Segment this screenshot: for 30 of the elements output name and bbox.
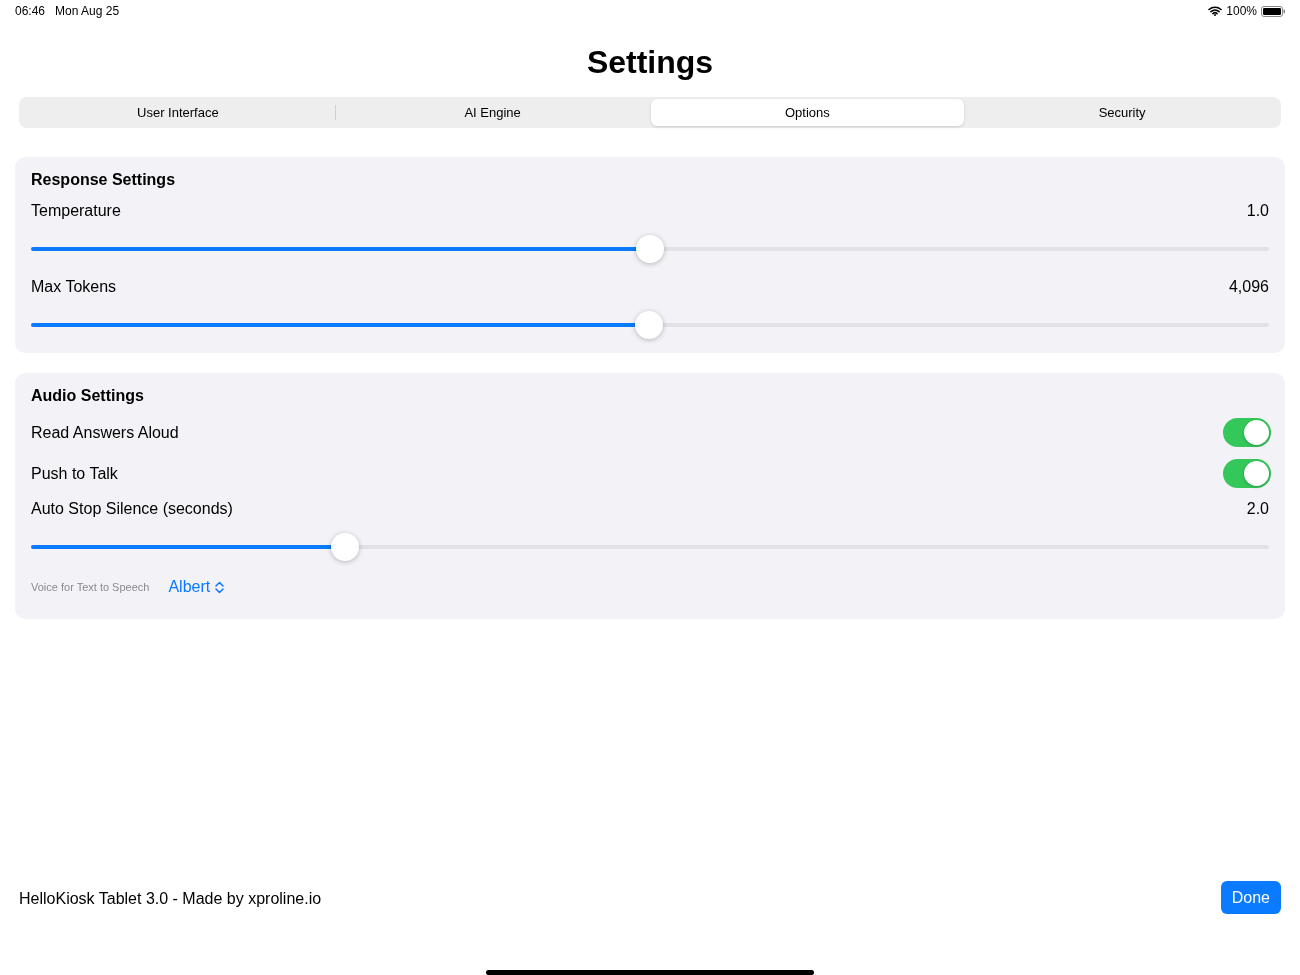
segment-tab[interactable]: Options — [650, 99, 965, 126]
segment-tab[interactable]: User Interface — [21, 99, 335, 126]
toggle-switch[interactable] — [1223, 418, 1271, 447]
slider-value: 2.0 — [1246, 500, 1269, 518]
slider-thumb[interactable] — [636, 235, 664, 263]
section-title: Audio Settings — [31, 387, 145, 406]
section-title: Response Settings — [31, 171, 177, 190]
footer-text: HelloKiosk Tablet 3.0 - Made by xproline.io — [19, 890, 322, 908]
voice-picker[interactable]: Albert — [168, 578, 225, 596]
slider-value: 1.0 — [1246, 202, 1269, 220]
toggle-label: Push to Talk — [31, 464, 118, 483]
segment-tab[interactable]: Security — [965, 99, 1279, 126]
picker-label: Voice for Text to Speech — [31, 581, 150, 593]
battery-percentage: 100% — [1226, 4, 1257, 18]
battery-icon — [1261, 5, 1286, 17]
slider-label: Max Tokens — [31, 278, 117, 296]
slider-label: Temperature — [31, 202, 121, 220]
chevron-up-down-icon — [215, 580, 225, 594]
segment-tab[interactable]: AI Engine — [335, 99, 650, 126]
slider-thumb[interactable] — [634, 311, 663, 339]
wifi-icon — [1208, 6, 1223, 16]
done-button[interactable]: Done — [1220, 881, 1281, 914]
page-title: Settings — [585, 43, 715, 81]
slider-thumb[interactable] — [331, 533, 360, 561]
toggle-label: Read Answers Aloud — [31, 423, 179, 442]
slider-value: 4,096 — [1228, 278, 1269, 296]
toggle-switch[interactable] — [1223, 459, 1271, 488]
slider-label: Auto Stop Silence (seconds) — [31, 500, 233, 518]
status-date: Mon Aug 25 — [55, 4, 120, 18]
status-time: 06:46 — [15, 4, 46, 18]
